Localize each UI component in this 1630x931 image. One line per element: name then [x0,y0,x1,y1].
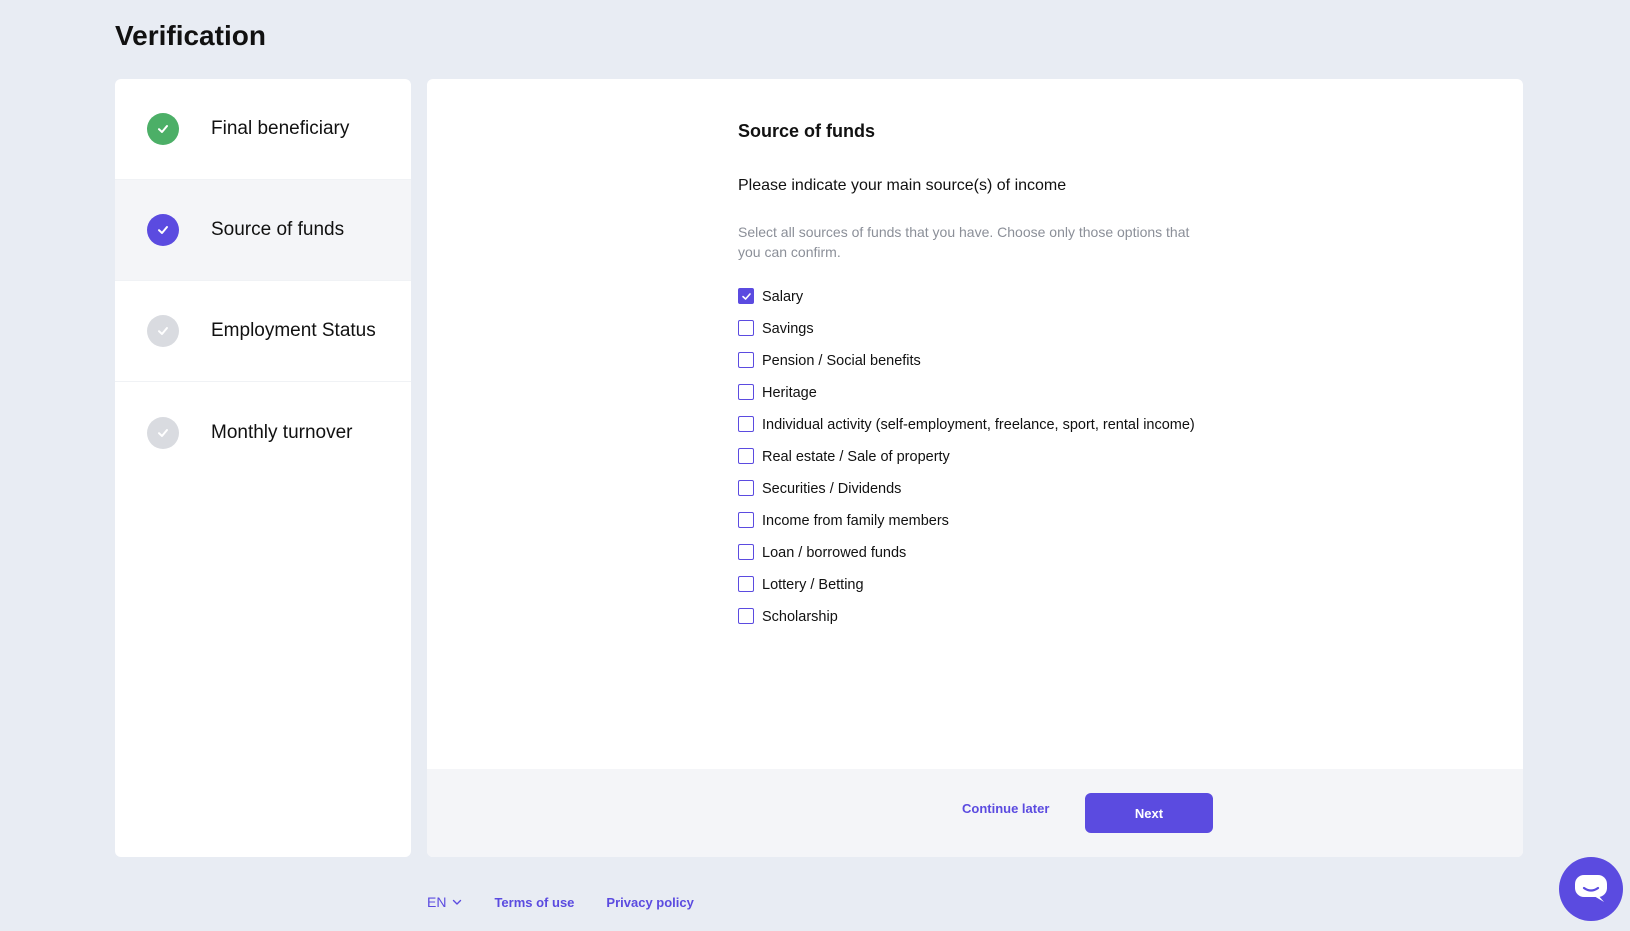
source-option[interactable]: Real estate / Sale of property [738,447,1198,467]
checkbox[interactable] [738,576,754,592]
chat-button[interactable] [1559,857,1623,921]
option-label: Individual activity (self-employment, fr… [762,417,1195,433]
form-panel: Source of funds Please indicate your mai… [427,79,1523,857]
checkbox[interactable] [738,288,754,304]
terms-of-use-link[interactable]: Terms of use [494,895,574,910]
option-label: Income from family members [762,513,949,529]
option-label: Heritage [762,385,817,401]
step-status-check-icon [147,214,179,246]
section-title: Source of funds [738,121,876,141]
source-option[interactable]: Scholarship [738,607,1198,627]
chat-icon [1575,875,1607,902]
step-label: Employment Status [211,320,376,341]
checkbox[interactable] [738,544,754,560]
steps-sidebar: Final beneficiary Source of funds Employ… [115,79,411,857]
step-label: Source of funds [211,219,345,240]
checkbox[interactable] [738,416,754,432]
option-label: Pension / Social benefits [762,353,921,369]
option-label: Securities / Dividends [762,481,902,497]
source-option[interactable]: Lottery / Betting [738,575,1198,595]
option-label: Savings [762,321,814,337]
step-label: Final beneficiary [211,118,350,139]
step-status-check-icon [147,416,179,449]
checkbox[interactable] [738,480,754,496]
language-selector[interactable]: EN [427,894,462,910]
source-options-list: Salary Savings Pension / Social benefits He… [738,287,1198,639]
option-label: Loan / borrowed funds [762,545,907,561]
step-source-of-funds[interactable]: Source of funds [115,180,411,281]
privacy-policy-link[interactable]: Privacy policy [606,895,693,910]
step-final-beneficiary[interactable]: Final beneficiary [115,79,411,180]
checkbox[interactable] [738,384,754,400]
source-option[interactable]: Individual activity (self-employment, fr… [738,415,1198,435]
step-employment-status[interactable]: Employment Status [115,281,411,382]
source-option[interactable]: Income from family members [738,511,1198,531]
page-footer: EN Terms of use Privacy policy [427,894,694,910]
source-option[interactable]: Loan / borrowed funds [738,543,1198,563]
option-label: Scholarship [762,609,838,625]
option-label: Lottery / Betting [762,577,864,593]
checkbox[interactable] [738,352,754,368]
checkbox[interactable] [738,320,754,336]
step-monthly-turnover[interactable]: Monthly turnover [115,382,411,483]
option-label: Salary [762,289,804,305]
language-label: EN [427,894,447,910]
form-footer: Continue later Next [427,769,1523,857]
checkbox[interactable] [738,608,754,624]
page-title: Verification [115,20,266,51]
checkbox[interactable] [738,448,754,464]
step-status-check-icon [147,315,179,347]
chevron-down-icon [453,899,462,905]
continue-later-button[interactable]: Continue later [962,801,1049,816]
option-label: Real estate / Sale of property [762,449,950,465]
step-status-check-icon [147,113,179,145]
step-label: Monthly turnover [211,421,353,443]
checkbox[interactable] [738,512,754,528]
source-option[interactable]: Savings [738,319,1198,339]
source-option[interactable]: Securities / Dividends [738,479,1198,499]
hint-text: Select all sources of funds that you hav… [738,224,1190,260]
source-option[interactable]: Pension / Social benefits [738,351,1198,371]
source-option[interactable]: Salary [738,287,1198,307]
source-option[interactable]: Heritage [738,383,1198,403]
question-text: Please indicate your main source(s) of i… [738,177,1067,194]
next-button[interactable]: Next [1085,793,1213,833]
